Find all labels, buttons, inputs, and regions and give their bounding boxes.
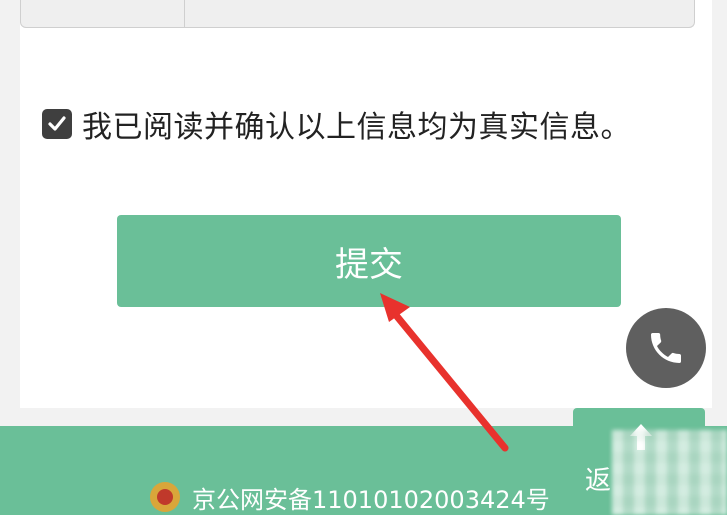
text-input[interactable] <box>186 0 694 27</box>
icp-text: 京公网安备11010102003424号 <box>192 485 550 514</box>
submit-button[interactable]: 提交 <box>117 215 621 307</box>
phone-icon <box>651 333 681 363</box>
agree-checkbox[interactable] <box>42 109 72 139</box>
back-to-top-label: 返 <box>585 466 612 496</box>
icp-record[interactable]: 京公网安备11010102003424号 <box>150 480 550 514</box>
form-input-row <box>20 0 695 28</box>
form-card <box>20 0 712 408</box>
mosaic-blur <box>612 430 727 515</box>
checkmark-icon <box>48 116 66 131</box>
input-label-cell <box>21 0 185 27</box>
police-badge-icon <box>150 482 180 512</box>
agreement-row[interactable]: 我已阅读并确认以上信息均为真实信息。 <box>42 104 631 145</box>
agree-label: 我已阅读并确认以上信息均为真实信息。 <box>82 110 631 145</box>
phone-button[interactable] <box>626 308 706 388</box>
